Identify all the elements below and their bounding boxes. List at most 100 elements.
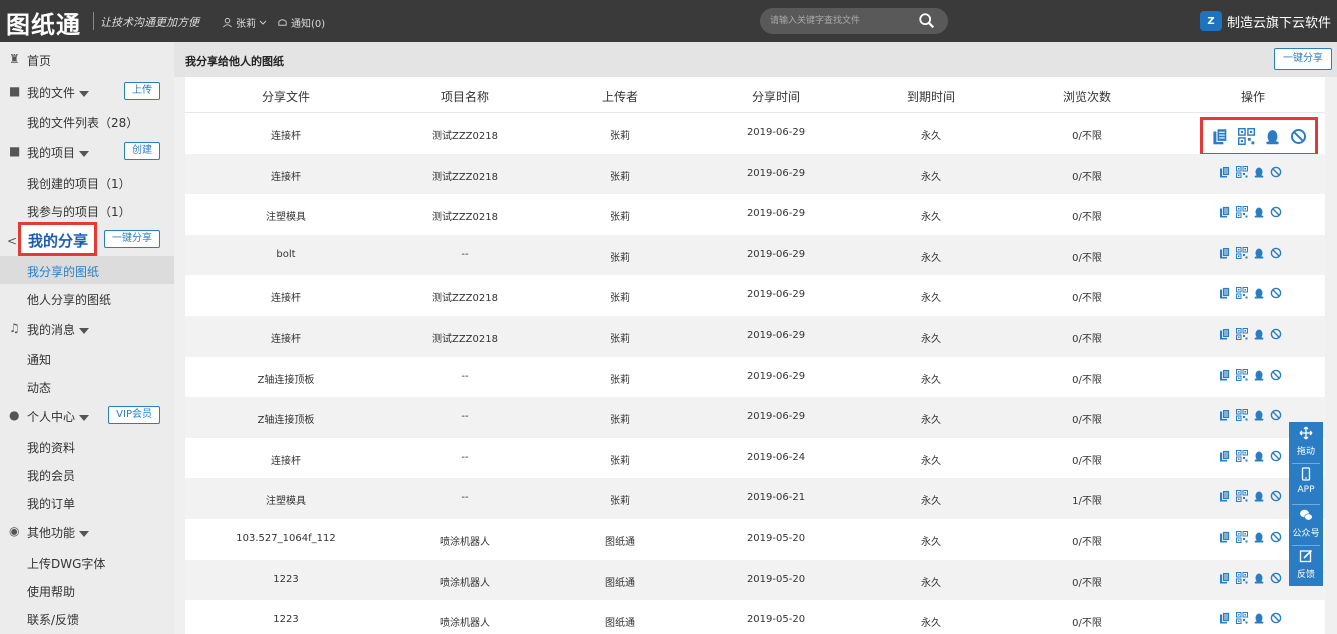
qr-code-icon[interactable]	[1236, 409, 1248, 422]
sidebar-item-my-messages[interactable]: ♫ 我的消息	[0, 315, 174, 341]
cell-file[interactable]: 连接杆	[206, 452, 366, 467]
sidebar-item-home[interactable]: ♜ 首页	[0, 46, 174, 72]
qr-code-icon[interactable]	[1236, 612, 1248, 625]
drag-handle[interactable]: 拖动	[1289, 422, 1323, 463]
copy-link-icon[interactable]	[1219, 287, 1231, 299]
qr-code-icon[interactable]	[1236, 246, 1248, 259]
cancel-share-icon[interactable]	[1270, 612, 1282, 624]
sidebar-item-my-orders[interactable]: 我的订单	[0, 488, 174, 516]
copy-link-icon[interactable]	[1219, 409, 1231, 421]
copy-link-icon[interactable]	[1219, 368, 1231, 381]
sidebar-item-shared-by-others[interactable]: 他人分享的图纸	[0, 284, 174, 312]
qq-share-icon[interactable]	[1253, 531, 1265, 543]
qq-share-icon[interactable]	[1253, 490, 1265, 502]
cancel-share-icon[interactable]	[1270, 206, 1282, 218]
cell-file[interactable]: 连接杆	[206, 127, 366, 142]
qr-code-icon[interactable]	[1236, 165, 1248, 178]
copy-link-icon[interactable]	[1219, 206, 1231, 218]
wechat-button[interactable]: 公众号	[1289, 504, 1323, 545]
cell-file[interactable]: 1223	[206, 574, 366, 585]
qq-share-icon[interactable]	[1253, 166, 1265, 178]
copy-link-icon[interactable]	[1219, 165, 1231, 178]
app-button[interactable]: APP	[1289, 463, 1323, 504]
sidebar-item-file-list[interactable]: 我的文件列表（28）	[0, 107, 174, 135]
cell-file[interactable]: 注塑模具	[206, 492, 366, 507]
user-menu[interactable]: 张莉	[222, 15, 267, 30]
cell-file[interactable]: 注塑模具	[206, 208, 366, 223]
copy-link-icon[interactable]	[1212, 128, 1229, 145]
sidebar-item-my-info[interactable]: 我的资料	[0, 432, 174, 460]
app-logo[interactable]: 图纸通	[6, 5, 81, 40]
cell-file[interactable]: Z轴连接顶板	[206, 411, 366, 426]
qr-code-icon[interactable]	[1236, 490, 1248, 503]
cell-file[interactable]: 103.527_1064f_112	[206, 533, 366, 544]
cancel-share-icon[interactable]	[1270, 572, 1282, 584]
copy-link-icon[interactable]	[1219, 531, 1231, 543]
sidebar-item-upload-font[interactable]: 上传DWG字体	[0, 548, 174, 576]
create-button[interactable]: 创建	[124, 142, 160, 160]
search-input[interactable]	[770, 12, 910, 30]
qq-share-icon[interactable]	[1253, 612, 1265, 624]
vip-button[interactable]: VIP会员	[108, 406, 160, 424]
qq-share-icon[interactable]	[1253, 206, 1265, 218]
qq-share-icon[interactable]	[1253, 409, 1265, 421]
upload-button[interactable]: 上传	[124, 82, 160, 100]
cancel-share-icon[interactable]	[1270, 409, 1282, 421]
sidebar-item-my-member[interactable]: 我的会员	[0, 460, 174, 488]
sidebar-item-my-files[interactable]: ■ 我的文件 上传	[0, 78, 174, 104]
cell-file[interactable]: 连接杆	[206, 289, 366, 304]
cell-file[interactable]: 连接杆	[206, 168, 366, 183]
cell-file[interactable]: bolt	[206, 249, 366, 260]
sidebar-item-my-share[interactable]: 我的分享	[18, 222, 97, 256]
copy-link-icon[interactable]	[1219, 612, 1231, 624]
cell-file[interactable]: 连接杆	[206, 330, 366, 345]
copy-link-icon[interactable]	[1219, 571, 1231, 584]
qq-share-icon[interactable]	[1253, 287, 1265, 299]
sidebar-item-other[interactable]: ◉ 其他功能	[0, 518, 174, 544]
cancel-share-icon[interactable]	[1270, 531, 1282, 543]
cancel-share-icon[interactable]	[1290, 128, 1307, 145]
cancel-share-icon[interactable]	[1270, 450, 1282, 462]
copy-link-icon[interactable]	[1219, 449, 1231, 462]
cancel-share-icon[interactable]	[1270, 247, 1282, 259]
brand-link[interactable]: Z 制造云旗下云软件	[1199, 11, 1331, 31]
copy-link-icon[interactable]	[1219, 490, 1231, 502]
cell-file[interactable]: 1223	[206, 614, 366, 625]
sidebar-item-my-projects[interactable]: ■ 我的项目 创建	[0, 138, 174, 164]
qr-code-icon[interactable]	[1236, 206, 1248, 219]
cell-file[interactable]: Z轴连接顶板	[206, 371, 366, 386]
feedback-button[interactable]: 反馈	[1289, 545, 1323, 586]
qq-share-icon[interactable]	[1253, 328, 1265, 340]
qr-code-icon[interactable]	[1236, 571, 1248, 584]
sidebar-item-contact[interactable]: 联系/反馈	[0, 604, 174, 632]
qq-share-icon[interactable]	[1253, 247, 1265, 259]
notification-link[interactable]: 通知(0)	[277, 15, 325, 30]
one-key-share-sidebar-button[interactable]: 一键分享	[104, 230, 160, 248]
cancel-share-icon[interactable]	[1270, 166, 1282, 178]
qq-share-icon[interactable]	[1253, 369, 1265, 381]
cancel-share-icon[interactable]	[1270, 369, 1282, 381]
cancel-share-icon[interactable]	[1270, 490, 1282, 502]
copy-link-icon[interactable]	[1219, 246, 1231, 259]
qr-code-icon[interactable]	[1236, 531, 1248, 543]
qr-code-icon[interactable]	[1236, 328, 1248, 340]
sidebar-item-help[interactable]: 使用帮助	[0, 576, 174, 604]
cancel-share-icon[interactable]	[1270, 328, 1282, 340]
sidebar-item-shared-by-me[interactable]: 我分享的图纸	[0, 256, 174, 284]
qr-code-icon[interactable]	[1236, 368, 1248, 381]
qr-code-icon[interactable]	[1238, 128, 1255, 145]
one-key-share-button[interactable]: 一键分享	[1274, 48, 1332, 70]
sidebar-item-joined-projects[interactable]: 我参与的项目（1）	[0, 196, 174, 224]
copy-link-icon[interactable]	[1219, 328, 1231, 340]
qq-share-icon[interactable]	[1253, 450, 1265, 462]
sidebar-item-personal[interactable]: ● 个人中心 VIP会员	[0, 402, 174, 428]
qr-code-icon[interactable]	[1236, 287, 1248, 300]
sidebar-item-activity[interactable]: 动态	[0, 372, 174, 400]
qq-share-icon[interactable]	[1264, 128, 1281, 145]
cancel-share-icon[interactable]	[1270, 287, 1282, 299]
sidebar-item-notice[interactable]: 通知	[0, 344, 174, 372]
qr-code-icon[interactable]	[1236, 449, 1248, 462]
qq-share-icon[interactable]	[1253, 572, 1265, 584]
search-icon[interactable]	[918, 12, 936, 30]
sidebar-item-created-projects[interactable]: 我创建的项目（1）	[0, 168, 174, 196]
